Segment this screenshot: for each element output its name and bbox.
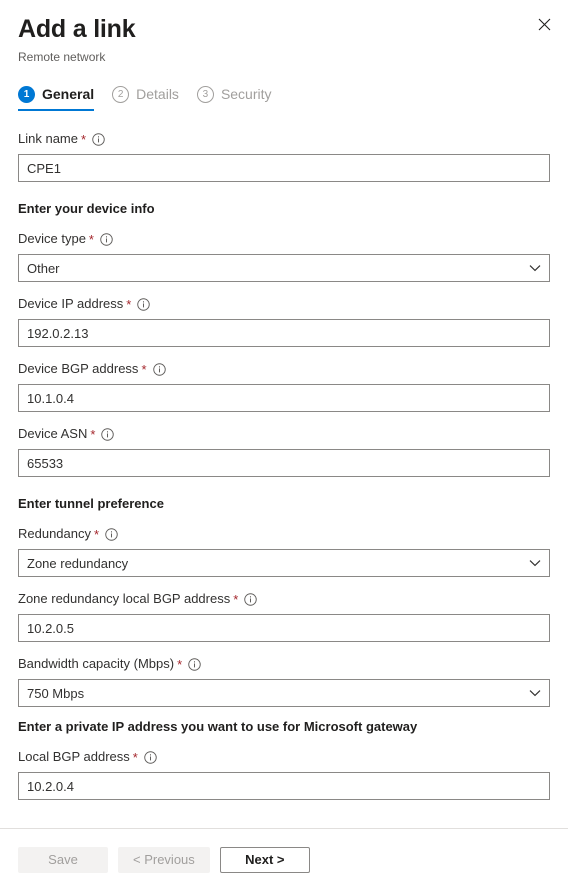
tab-details-label: Details [136, 86, 179, 102]
section-tunnel-preference: Enter tunnel preference [18, 496, 164, 511]
device-bgp-label: Device BGP address * [18, 360, 550, 378]
required-indicator: * [141, 361, 147, 377]
required-indicator: * [177, 656, 183, 672]
required-indicator: * [90, 426, 96, 442]
required-indicator: * [126, 296, 132, 312]
form-body: Link name * Enter your device info Devic… [0, 130, 568, 800]
required-indicator: * [233, 591, 239, 607]
previous-button[interactable]: < Previous [118, 846, 210, 873]
device-type-label: Device type * [18, 230, 550, 248]
step-number-3: 3 [196, 86, 214, 103]
bandwidth-select[interactable]: 750 Mbps [18, 679, 550, 707]
field-device-ip-address: Device IP address * [18, 295, 550, 347]
device-asn-input[interactable] [18, 449, 550, 477]
info-icon[interactable] [100, 232, 113, 246]
link-name-label: Link name * [18, 130, 550, 148]
local-bgp-label: Local BGP address * [18, 748, 550, 766]
info-icon[interactable] [188, 657, 201, 671]
tab-security-label: Security [220, 86, 272, 102]
device-ip-label: Device IP address * [18, 295, 550, 313]
required-indicator: * [88, 231, 94, 247]
close-icon [538, 18, 551, 31]
info-icon[interactable] [144, 750, 157, 764]
bandwidth-select-wrap: 750 Mbps [18, 679, 550, 707]
field-redundancy: Redundancy * Zone redundancy [18, 525, 550, 577]
next-button[interactable]: Next > [219, 846, 310, 873]
step-number-2: 2 [112, 86, 130, 103]
required-indicator: * [94, 526, 100, 542]
panel-subtitle: Remote network [18, 50, 106, 64]
redundancy-select-wrap: Zone redundancy [18, 549, 550, 577]
redundancy-label-text: Redundancy [18, 526, 91, 541]
tab-security[interactable]: 3 Security [196, 86, 272, 111]
field-link-name: Link name * [18, 130, 550, 182]
device-asn-label: Device ASN * [18, 425, 550, 443]
bandwidth-label: Bandwidth capacity (Mbps) * [18, 655, 550, 673]
zone-redundancy-bgp-input[interactable] [18, 614, 550, 642]
device-type-select[interactable]: Other [18, 254, 550, 282]
field-local-bgp-address: Local BGP address * [18, 748, 550, 800]
info-icon[interactable] [92, 132, 105, 146]
local-bgp-label-text: Local BGP address [18, 749, 130, 764]
bandwidth-label-text: Bandwidth capacity (Mbps) [18, 656, 175, 671]
redundancy-label: Redundancy * [18, 525, 550, 543]
required-indicator: * [132, 749, 138, 765]
device-ip-input[interactable] [18, 319, 550, 347]
field-bandwidth-capacity: Bandwidth capacity (Mbps) * 750 Mbps [18, 655, 550, 707]
step-number-1: 1 [18, 86, 35, 103]
tab-details[interactable]: 2 Details [112, 86, 179, 111]
field-zone-redundancy-bgp-address: Zone redundancy local BGP address * [18, 590, 550, 642]
panel-header: Add a link Remote network [0, 0, 568, 66]
save-button[interactable]: Save [18, 846, 108, 873]
device-bgp-label-text: Device BGP address [18, 361, 139, 376]
device-type-label-text: Device type [18, 231, 86, 246]
tab-general[interactable]: 1 General [18, 86, 95, 111]
wizard-steps: 1 General 2 Details 3 Security [0, 86, 568, 111]
zone-redundancy-bgp-label-text: Zone redundancy local BGP address [18, 591, 231, 606]
required-indicator: * [80, 131, 87, 147]
field-device-type: Device type * Other [18, 230, 550, 282]
link-name-input[interactable] [18, 154, 550, 182]
info-icon[interactable] [105, 527, 118, 541]
tab-general-label: General [42, 86, 95, 102]
dialog-footer: Save < Previous Next > [0, 828, 568, 890]
device-bgp-input[interactable] [18, 384, 550, 412]
zone-redundancy-bgp-label: Zone redundancy local BGP address * [18, 590, 550, 608]
field-device-asn: Device ASN * [18, 425, 550, 477]
field-device-bgp-address: Device BGP address * [18, 360, 550, 412]
device-type-select-wrap: Other [18, 254, 550, 282]
info-icon[interactable] [137, 297, 151, 311]
device-asn-label-text: Device ASN [18, 426, 88, 441]
info-icon[interactable] [101, 427, 115, 441]
local-bgp-input[interactable] [18, 772, 550, 800]
section-private-ip: Enter a private IP address you want to u… [18, 719, 418, 734]
link-name-label-text: Link name [18, 131, 78, 146]
device-ip-label-text: Device IP address [18, 296, 124, 311]
section-device-info: Enter your device info [18, 201, 155, 216]
info-icon[interactable] [244, 592, 258, 606]
page-title: Add a link [18, 15, 136, 43]
info-icon[interactable] [152, 362, 166, 376]
close-button[interactable] [530, 10, 558, 38]
redundancy-select[interactable]: Zone redundancy [18, 549, 550, 577]
